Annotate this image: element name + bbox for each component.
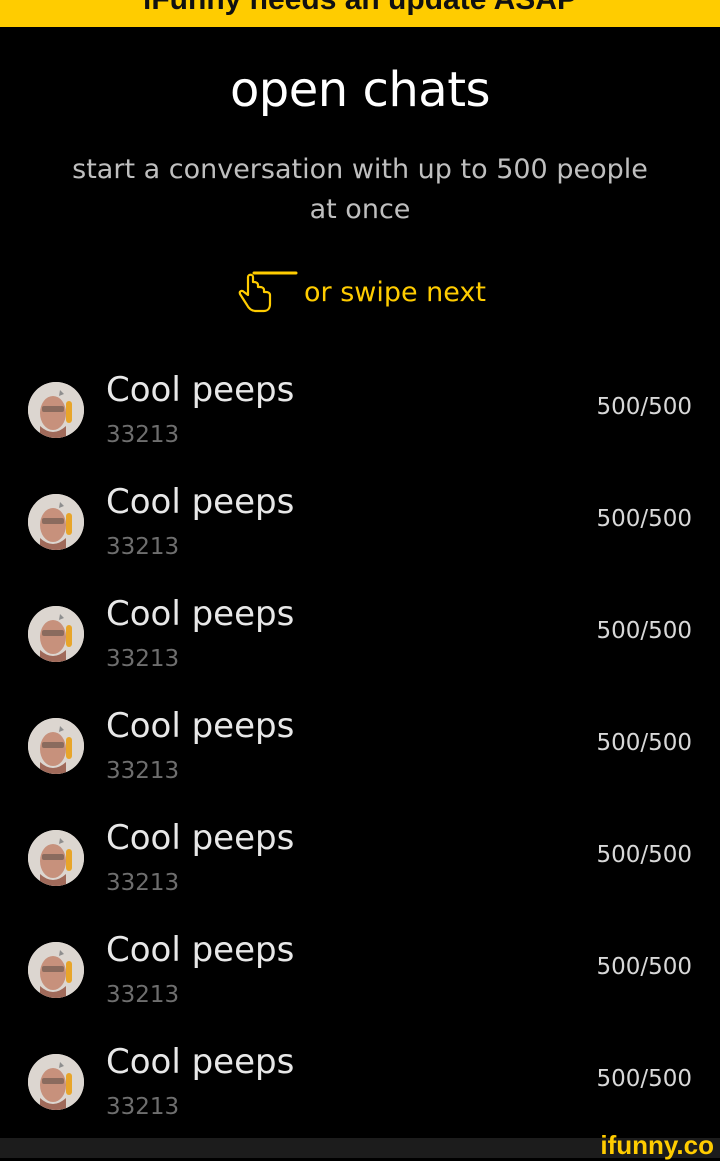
chat-list-item[interactable]: Cool peeps 33213 500/500 xyxy=(0,354,720,466)
member-count: 500/500 xyxy=(596,954,692,980)
chat-id: 33213 xyxy=(106,422,180,448)
chat-name: Cool peeps xyxy=(106,706,295,746)
chat-list: Cool peeps 33213 500/500 Cool peeps 3321… xyxy=(0,354,720,1138)
chat-avatar xyxy=(28,382,84,438)
page-subtitle: start a conversation with up to 500 peop… xyxy=(72,154,648,225)
chat-avatar xyxy=(28,606,84,662)
chat-id: 33213 xyxy=(106,646,180,672)
member-count: 500/500 xyxy=(596,506,692,532)
chat-avatar xyxy=(28,1054,84,1110)
swipe-hint[interactable]: or swipe next xyxy=(0,268,720,316)
chat-list-item[interactable]: Cool peeps 33213 500/500 xyxy=(0,1026,720,1138)
member-count: 500/500 xyxy=(596,1066,692,1092)
page-title: open chats xyxy=(229,62,491,118)
chat-avatar xyxy=(28,718,84,774)
chat-list-item[interactable]: Cool peeps 33213 500/500 xyxy=(0,690,720,802)
chat-id: 33213 xyxy=(106,870,180,896)
chat-avatar xyxy=(28,942,84,998)
ifunny-watermark: ifunny.co xyxy=(600,1130,714,1160)
update-banner: iFunny needs an update ASAP xyxy=(0,0,720,27)
chat-id: 33213 xyxy=(106,1094,180,1120)
member-count: 500/500 xyxy=(596,394,692,420)
hand-swipe-icon xyxy=(238,271,298,313)
chat-name: Cool peeps xyxy=(106,370,295,410)
chat-name: Cool peeps xyxy=(106,594,295,634)
chat-name: Cool peeps xyxy=(106,930,295,970)
member-count: 500/500 xyxy=(596,618,692,644)
chat-list-item[interactable]: Cool peeps 33213 500/500 xyxy=(0,578,720,690)
chat-list-item[interactable]: Cool peeps 33213 500/500 xyxy=(0,914,720,1026)
chat-name: Cool peeps xyxy=(106,1042,295,1082)
member-count: 500/500 xyxy=(596,730,692,756)
chat-name: Cool peeps xyxy=(106,482,295,522)
chat-avatar xyxy=(28,830,84,886)
chat-name: Cool peeps xyxy=(106,818,295,858)
chat-list-item[interactable]: Cool peeps 33213 500/500 xyxy=(0,466,720,578)
chat-id: 33213 xyxy=(106,534,180,560)
member-count: 500/500 xyxy=(596,842,692,868)
update-banner-text: iFunny needs an update ASAP xyxy=(0,0,720,17)
chat-id: 33213 xyxy=(106,982,180,1008)
chat-list-item[interactable]: Cool peeps 33213 500/500 xyxy=(0,802,720,914)
chat-avatar xyxy=(28,494,84,550)
swipe-hint-text: or swipe next xyxy=(304,276,486,308)
chat-id: 33213 xyxy=(106,758,180,784)
